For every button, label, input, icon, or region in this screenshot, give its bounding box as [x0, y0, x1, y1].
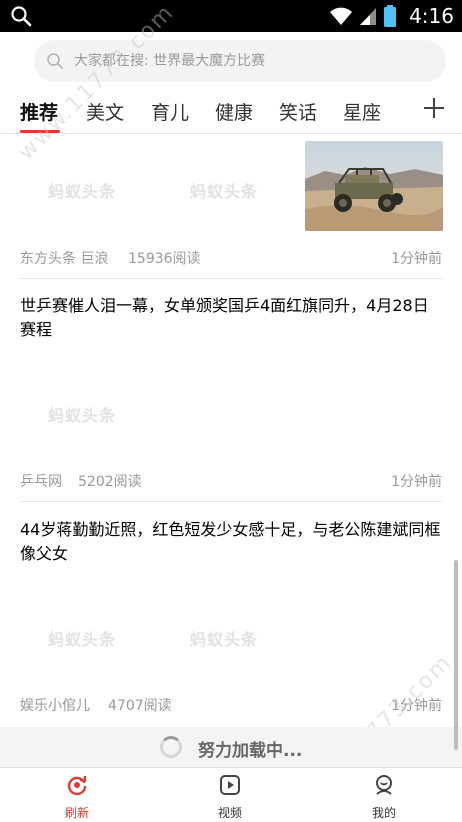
- tab-health[interactable]: 健康: [215, 98, 253, 125]
- article-reads: 4707阅读: [108, 698, 172, 714]
- video-icon: [220, 775, 240, 795]
- app-screen: 4:16 推荐 美文 育儿 健康 笑话 星座 蚂蚁头条 蚂蚁头条: [0, 0, 462, 822]
- spinner-icon: [160, 736, 182, 758]
- article-reads: 15936阅读: [128, 251, 201, 267]
- image-watermark: 蚂蚁头条: [48, 182, 117, 201]
- article-title[interactable]: 44岁蒋勤勤近照，红色短发少女感十足，与老公陈建斌同框像父女: [20, 516, 442, 564]
- bottom-navigation: 刷新 视频 我的: [0, 767, 462, 822]
- search-icon: [47, 53, 63, 69]
- tab-horoscope[interactable]: 星座: [343, 98, 381, 125]
- status-bar: 4:16: [0, 0, 462, 32]
- article-source: 娱乐小倌儿: [20, 698, 90, 714]
- article-title[interactable]: 世乒赛催人泪一幕，女单颁奖国乒4面红旗同升，4月28日赛程: [20, 292, 442, 340]
- article-reads: 5202阅读: [78, 474, 142, 490]
- nav-label: 刷新: [64, 806, 89, 820]
- loading-indicator: 努力加载中...: [0, 727, 462, 767]
- wifi-icon: [330, 7, 353, 25]
- article-time: 1分钟前: [391, 474, 442, 490]
- article-source: 东方头条 巨浪: [20, 251, 109, 267]
- clock: 4:16: [409, 4, 454, 28]
- nav-video[interactable]: 视频: [190, 768, 270, 822]
- nav-label: 视频: [217, 806, 242, 820]
- battery-icon: [384, 5, 397, 27]
- tab-jokes[interactable]: 笑话: [279, 98, 317, 125]
- article-thumbnail[interactable]: [305, 141, 443, 231]
- scrollbar[interactable]: [454, 560, 458, 750]
- article-source: 乒乓网: [20, 474, 62, 490]
- loading-text: 努力加载中...: [198, 741, 303, 761]
- article-time: 1分钟前: [391, 251, 442, 267]
- image-watermark: 蚂蚁头条: [48, 406, 117, 425]
- tab-parenting[interactable]: 育儿: [151, 98, 189, 125]
- image-watermark: 蚂蚁头条: [48, 630, 117, 649]
- signal-icon: [360, 8, 377, 25]
- image-watermark: 蚂蚁头条: [190, 182, 259, 201]
- profile-icon: [376, 775, 392, 795]
- divider: [20, 278, 442, 279]
- search-icon[interactable]: [10, 5, 32, 27]
- refresh-icon: [67, 776, 87, 796]
- add-tab-icon[interactable]: [422, 96, 446, 120]
- nav-profile[interactable]: 我的: [344, 768, 424, 822]
- image-watermark: 蚂蚁头条: [190, 630, 259, 649]
- nav-refresh[interactable]: 刷新: [37, 768, 117, 822]
- divider: [20, 501, 442, 502]
- nav-label: 我的: [371, 806, 396, 820]
- status-icons: 4:16: [329, 4, 454, 28]
